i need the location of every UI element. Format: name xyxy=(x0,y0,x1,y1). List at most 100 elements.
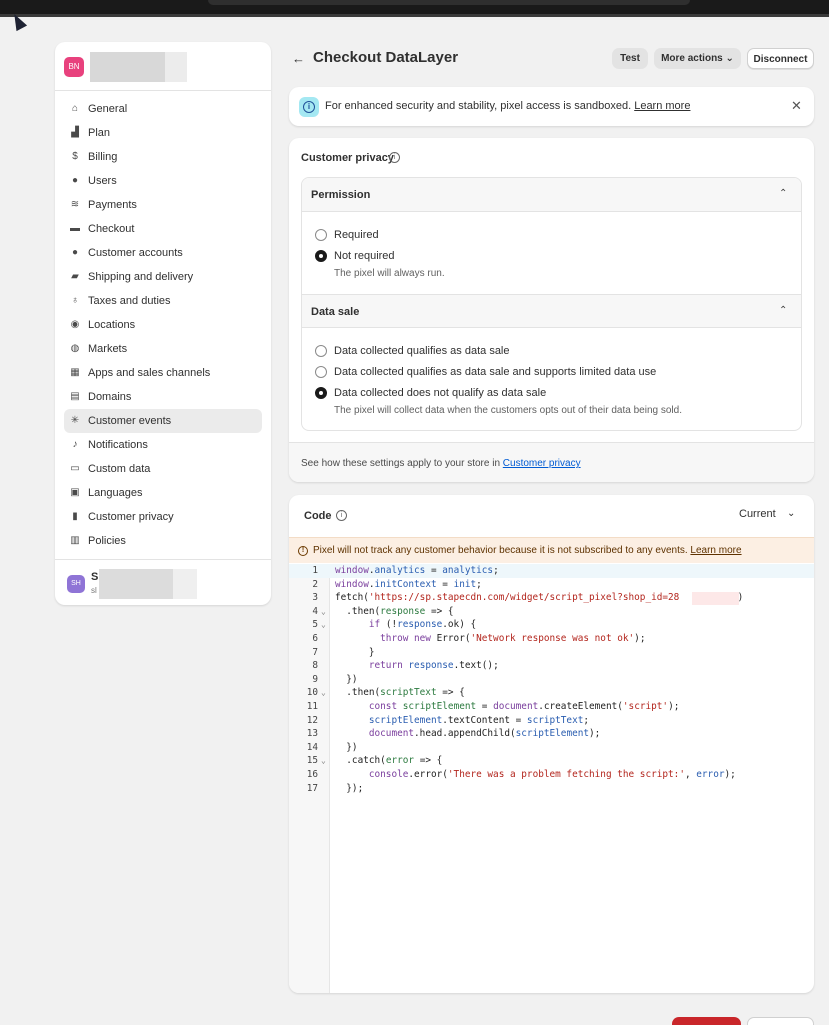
more-actions-button[interactable]: More actions ⌄ xyxy=(654,48,741,69)
tax-icon: ♁ xyxy=(71,295,79,306)
code-line[interactable]: 16 console.error('There was a problem fe… xyxy=(289,768,814,782)
store-header[interactable]: BN xyxy=(55,42,271,91)
sidebar-item-general[interactable]: ⌂ General xyxy=(64,97,262,121)
sidebar-item-languages[interactable]: ▣ Languages xyxy=(64,481,262,505)
chevron-down-icon: ⌄ xyxy=(725,53,734,64)
fetch-url-start: 'https://sp.stapecdn.com/widget/script_p… xyxy=(368,592,680,604)
test-button[interactable]: Test xyxy=(612,48,648,69)
fold-chevron-icon[interactable]: ⌄ xyxy=(321,686,326,700)
sidebar-item-domains[interactable]: ▤ Domains xyxy=(64,385,262,409)
code-line[interactable]: 4 ⌄ .then(response => { xyxy=(289,605,814,619)
radio-button[interactable] xyxy=(315,345,327,357)
radio-button[interactable] xyxy=(315,366,327,378)
sidebar-item-locations[interactable]: ◉ Locations xyxy=(64,313,262,337)
sidebar-item-payments[interactable]: ≋ Payments xyxy=(64,193,262,217)
fold-chevron-icon[interactable]: ⌄ xyxy=(321,754,326,768)
version-select[interactable]: Current xyxy=(739,508,776,520)
info-icon: i xyxy=(299,97,319,117)
fold-chevron-icon[interactable]: ⌄ xyxy=(321,618,326,632)
warning-learn-more-link[interactable]: Learn more xyxy=(690,545,741,556)
line-number: 7 xyxy=(312,646,318,658)
sidebar-item-label: Policies xyxy=(88,535,126,547)
sidebar-item-billing[interactable]: $ Billing xyxy=(64,145,262,169)
line-number: 15 xyxy=(306,755,318,767)
sidebar-item-label: Domains xyxy=(88,391,132,403)
account-sub: sl xyxy=(91,586,97,595)
chevron-down-icon[interactable]: ⌄ xyxy=(787,508,795,519)
plan-icon: ▟ xyxy=(71,127,79,138)
redacted-shop-id xyxy=(692,592,739,606)
sidebar-item-apps[interactable]: ▦ Apps and sales channels xyxy=(64,361,262,385)
radio-button-selected[interactable] xyxy=(315,387,327,399)
sidebar-item-label: Notifications xyxy=(88,439,148,451)
sidebar-item-plan[interactable]: ▟ Plan xyxy=(64,121,262,145)
sidebar-item-label: Customer privacy xyxy=(88,511,174,523)
sidebar-item-taxes[interactable]: ♁ Taxes and duties xyxy=(64,289,262,313)
code-line[interactable]: 1 window.analytics = analytics; xyxy=(289,564,814,578)
disconnect-button[interactable]: Disconnect xyxy=(747,48,814,69)
users-icon: ● xyxy=(71,175,79,186)
code-line[interactable]: 8 return response.text(); xyxy=(289,659,814,673)
no-events-warning: ! Pixel will not track any customer beha… xyxy=(289,537,814,563)
permission-help-text: The pixel will always run. xyxy=(334,268,445,279)
line-number: 9 xyxy=(312,673,318,685)
banner-learn-more-link[interactable]: Learn more xyxy=(634,100,690,112)
sidebar-item-customer-privacy[interactable]: ▮ Customer privacy xyxy=(64,505,262,529)
settings-sidebar: BN ⌂ General ▟ Plan $ Billing ● Users ≋ Payme… xyxy=(55,42,271,605)
sidebar-item-custom-data[interactable]: ▭ Custom data xyxy=(64,457,262,481)
data-sale-heading: Data sale xyxy=(311,306,360,318)
code-line[interactable]: 17 }); xyxy=(289,782,814,796)
code-line[interactable]: 9 }) xyxy=(289,673,814,687)
code-editor[interactable]: 1 window.analytics = analytics; 2 window.i… xyxy=(289,564,814,993)
radio-button-selected[interactable] xyxy=(315,250,327,262)
sidebar-item-customer-accounts[interactable]: ● Customer accounts xyxy=(64,241,262,265)
sidebar-item-users[interactable]: ● Users xyxy=(64,169,262,193)
sidebar-item-policies[interactable]: ▥ Policies xyxy=(64,529,262,553)
sidebar-item-checkout[interactable]: ▬ Checkout xyxy=(64,217,262,241)
sidebar-item-customer-events[interactable]: ✳ Customer events xyxy=(64,409,262,433)
sidebar-item-label: Shipping and delivery xyxy=(88,271,194,283)
code-line[interactable]: 7 } xyxy=(289,646,814,660)
store-avatar: BN xyxy=(64,57,84,77)
option-label: Not required xyxy=(334,250,395,262)
page-title: Checkout DataLayer xyxy=(313,49,459,66)
code-line[interactable]: 3 fetch('https://sp.stapecdn.com/widget/s… xyxy=(289,591,814,606)
warning-icon: ! xyxy=(298,546,308,556)
sidebar-item-label: Locations xyxy=(88,319,136,331)
close-icon[interactable]: ✕ xyxy=(791,98,802,114)
line-number: 2 xyxy=(312,578,318,590)
customer-privacy-card: Customer privacy i Permission ⌃ Required… xyxy=(289,138,814,482)
sidebar-item-label: Languages xyxy=(88,487,143,499)
line-number: 11 xyxy=(306,701,318,712)
delete-button[interactable] xyxy=(672,1017,741,1025)
line-number: 13 xyxy=(306,728,318,740)
sidebar-item-shipping[interactable]: ▰ Shipping and delivery xyxy=(64,265,262,289)
line-number: 6 xyxy=(312,633,318,644)
line-number: 3 xyxy=(312,592,318,604)
code-line[interactable]: 13 document.head.appendChild(scriptEleme… xyxy=(289,727,814,741)
data-sale-section-header[interactable]: Data sale ⌃ xyxy=(302,294,801,328)
info-icon[interactable]: i xyxy=(336,510,347,521)
code-line[interactable]: 6 throw new Error('Network response was … xyxy=(289,632,814,646)
events-icon: ✳ xyxy=(70,415,80,426)
secondary-button[interactable] xyxy=(747,1017,814,1025)
sidebar-item-markets[interactable]: ◍ Markets xyxy=(64,337,262,361)
customer-privacy-link[interactable]: Customer privacy xyxy=(503,458,581,469)
sidebar-item-notifications[interactable]: ♪ Notifications xyxy=(64,433,262,457)
code-line[interactable]: 2 window.initContext = init; xyxy=(289,578,814,592)
warning-message: Pixel will not track any customer behavi… xyxy=(313,545,688,556)
code-line[interactable]: 5 ⌄ if (!response.ok) { xyxy=(289,618,814,632)
permission-section-header[interactable]: Permission ⌃ xyxy=(302,178,801,212)
code-line[interactable]: 14 }) xyxy=(289,741,814,755)
code-line[interactable]: 15 ⌄ .catch(error => { xyxy=(289,754,814,768)
sidebar-item-label: Users xyxy=(88,175,117,187)
code-line[interactable]: 11 const scriptElement = document.create… xyxy=(289,700,814,714)
radio-button[interactable] xyxy=(315,229,327,241)
code-line[interactable]: 12 scriptElement.textContent = scriptTex… xyxy=(289,714,814,728)
account-switcher[interactable]: SH S sl xyxy=(55,559,271,605)
code-line[interactable]: 10 ⌄ .then(scriptText => { xyxy=(289,686,814,700)
back-arrow-icon[interactable]: ← xyxy=(292,51,305,66)
fold-chevron-icon[interactable]: ⌄ xyxy=(321,605,326,619)
top-search-bar[interactable] xyxy=(208,0,690,5)
info-icon[interactable]: i xyxy=(389,152,400,163)
